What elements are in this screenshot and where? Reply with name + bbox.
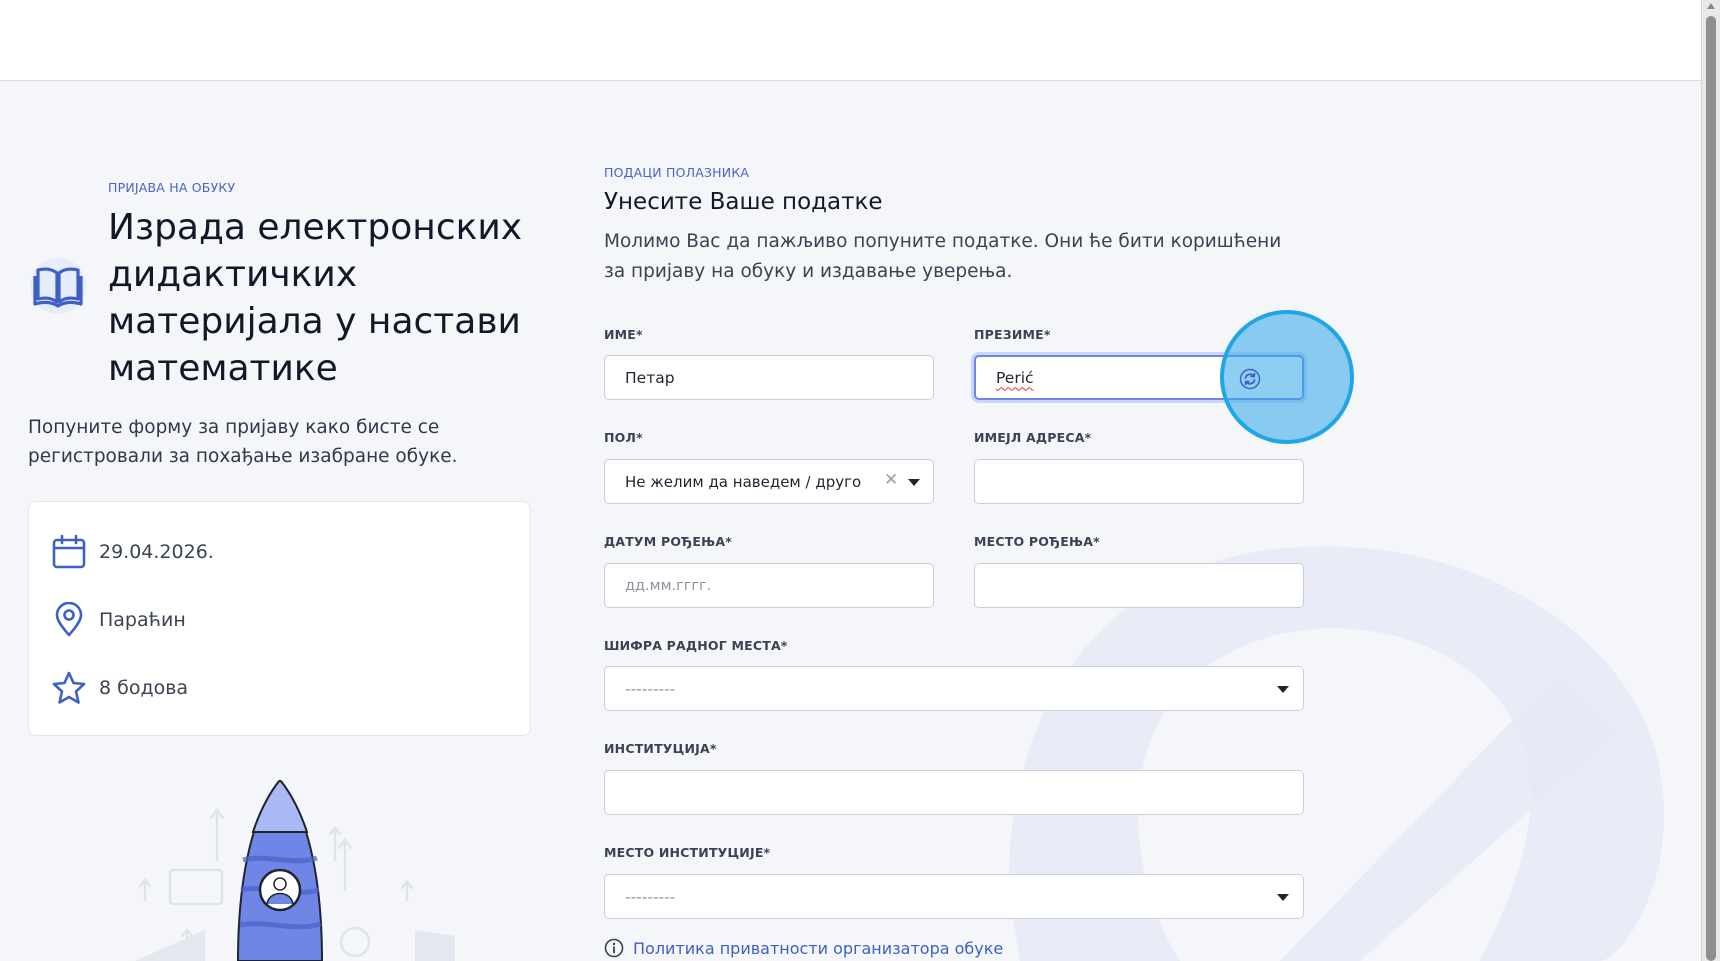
birth-date-placeholder: дд.мм.гггг. (625, 577, 712, 594)
info-points-row: 8 бодова (51, 670, 188, 706)
form-title: Унесите Ваше податке (604, 189, 883, 215)
birth-place-input[interactable] (974, 563, 1304, 608)
last-name-value: Perić (996, 368, 1034, 387)
birth-date-input[interactable]: дд.мм.гггг. (604, 563, 934, 608)
rocket-illustration (135, 780, 455, 961)
first-name-value: Петар (625, 368, 675, 387)
course-location: Параћин (99, 609, 186, 631)
job-code-label: ШИФРА РАДНОГ МЕСТА* (604, 638, 788, 653)
scroll-up-arrow-icon[interactable] (1707, 3, 1715, 9)
last-name-label: ПРЕЗИМЕ* (974, 327, 1051, 342)
top-header-bar (0, 0, 1702, 81)
star-icon (52, 671, 86, 704)
job-code-value: --------- (625, 679, 676, 698)
first-name-input[interactable]: Петар (604, 355, 934, 400)
info-date-row: 29.04.2026. (51, 534, 214, 570)
privacy-policy-link[interactable]: Политика приватности организатора обуке (604, 938, 1003, 958)
course-eyebrow: ПРИЈАВА НА ОБУКУ (108, 180, 236, 195)
institution-place-label: МЕСТО ИНСТИТУЦИЈЕ* (604, 845, 771, 860)
institution-place-value: --------- (625, 887, 676, 906)
chevron-down-icon[interactable] (1277, 686, 1289, 693)
info-icon (604, 938, 624, 958)
page-scrollbar[interactable] (1701, 0, 1720, 961)
institution-input[interactable] (604, 770, 1304, 815)
info-location-row: Параћин (51, 602, 186, 638)
course-title: Израда електронских дидактичких материја… (108, 207, 523, 389)
course-date: 29.04.2026. (99, 541, 214, 563)
chevron-down-icon[interactable] (908, 479, 920, 486)
privacy-policy-text[interactable]: Политика приватности организатора обуке (633, 939, 1003, 958)
map-pin-icon (55, 602, 83, 637)
institution-label: ИНСТИТУЦИЈА* (604, 741, 717, 756)
job-code-select[interactable]: --------- (604, 666, 1304, 711)
autofill-button[interactable] (1220, 358, 1280, 400)
chevron-down-icon[interactable] (1277, 894, 1289, 901)
form-description: Молимо Вас да пажљиво попуните податке. … (604, 231, 1282, 282)
intro-text: Попуните форму за пријаву како бисте се … (28, 417, 458, 467)
birth-place-label: МЕСТО РОЂЕЊА* (974, 534, 1100, 549)
institution-place-select[interactable]: --------- (604, 874, 1304, 919)
first-name-label: ИМЕ* (604, 327, 643, 342)
gender-label: ПОЛ* (604, 430, 643, 445)
email-label: ИМЕЈЛ АДРЕСА* (974, 430, 1092, 445)
gender-value: Не желим да наведем / друго (625, 472, 862, 491)
calendar-icon (52, 534, 86, 569)
course-points: 8 бодова (99, 677, 189, 699)
scrollbar-thumb[interactable] (1706, 16, 1716, 961)
form-eyebrow: ПОДАЦИ ПОЛАЗНИКА (604, 165, 750, 180)
refresh-icon (1239, 368, 1261, 390)
course-info-card: 29.04.2026. Параћин 8 бодова (28, 501, 531, 736)
close-icon[interactable]: ✕ (884, 470, 898, 490)
birth-date-label: ДАТУМ РОЂЕЊА* (604, 534, 733, 549)
email-input[interactable] (974, 459, 1304, 504)
book-icon (30, 258, 86, 314)
